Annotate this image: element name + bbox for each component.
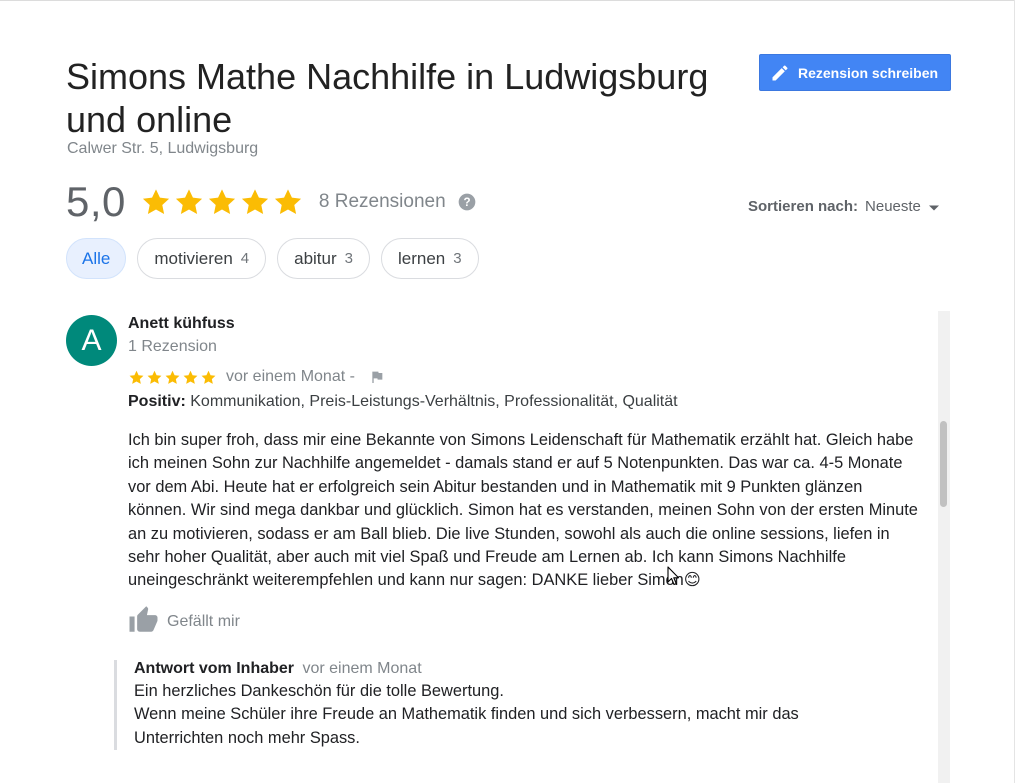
sort-label: Sortieren nach: [748,198,859,215]
help-icon[interactable]: ? [457,192,477,212]
like-button[interactable]: Gefällt mir [128,605,240,638]
star-icon [129,370,144,384]
svg-text:?: ? [463,196,470,209]
reply-line: Wenn meine Schüler ihre Freude an Mathem… [134,705,799,747]
mouse-cursor-icon [667,566,680,591]
reply-date: vor einem Monat [302,660,422,677]
chip-label: motivieren [154,248,233,268]
reply-line: Ein herzliches Dankeschön für die tolle … [134,682,504,700]
star-icon [208,189,235,214]
rating-summary: 5,0 8 Rezensionen ? [66,178,477,226]
star-icon [183,370,198,384]
scrollbar-thumb[interactable] [940,421,947,507]
business-address: Calwer Str. 5, Ludwigsburg [67,140,259,157]
positive-label: Positiv: [128,393,186,410]
chip-abitur[interactable]: abitur 3 [277,238,370,279]
avatar[interactable]: A [66,315,117,366]
chevron-down-icon [928,198,939,215]
reply-title: Antwort vom Inhaber [134,660,295,677]
star-icon [201,370,216,384]
chip-count: 3 [344,250,353,267]
positive-items: Kommunikation, Preis-Leistungs-Verhältni… [190,393,678,410]
star-icon [165,370,180,384]
filter-chips: Alle motivieren 4 abitur 3 lernen 3 [66,238,479,279]
chip-label: abitur [294,248,337,268]
chip-lernen[interactable]: lernen 3 [381,238,479,279]
review-count: 8 Rezensionen [318,191,446,212]
star-icon [274,189,301,214]
chip-label: lernen [398,248,446,268]
star-icon [147,370,162,384]
top-divider [0,0,1015,1]
positive-attributes: Positiv: Kommunikation, Preis-Leistungs-… [128,393,678,411]
scrollbar-track[interactable] [938,311,950,783]
thumbs-up-icon [128,605,159,638]
star-icon [241,189,268,214]
review-date: vor einem Monat - [226,368,355,385]
average-score: 5,0 [66,178,126,225]
reply-text: Ein herzliches Dankeschön für die tolle … [134,680,874,750]
review-author[interactable]: Anett kühfuss [128,315,235,333]
star-icon [175,189,202,214]
write-review-button[interactable]: Rezension schreiben [759,54,951,91]
review-rating-line: vor einem Monat - [128,368,385,386]
chip-alle[interactable]: Alle [66,238,127,279]
review-stars [128,369,217,386]
chip-count: 3 [453,250,462,267]
chip-motivieren[interactable]: motivieren 4 [137,238,267,279]
pencil-icon [770,63,790,83]
chip-label: Alle [82,248,111,268]
sort-value: Neueste [865,198,921,215]
reply-header: Antwort vom Inhaber vor einem Monat [134,660,874,678]
author-review-count: 1 Rezension [128,338,217,355]
flag-icon[interactable] [369,369,385,385]
page-title: Simons Mathe Nachhilfe in Ludwigsburg un… [66,56,709,140]
chip-count: 4 [240,250,250,267]
owner-reply: Antwort vom Inhaber vor einem Monat Ein … [114,660,874,751]
star-icon [142,189,169,214]
review-text: Ich bin super froh, dass mir eine Bekann… [128,431,918,590]
sort-dropdown[interactable]: Sortieren nach: Neueste [748,198,939,215]
like-label: Gefällt mir [167,612,240,630]
rating-stars [140,186,304,218]
write-review-label: Rezension schreiben [798,64,939,81]
